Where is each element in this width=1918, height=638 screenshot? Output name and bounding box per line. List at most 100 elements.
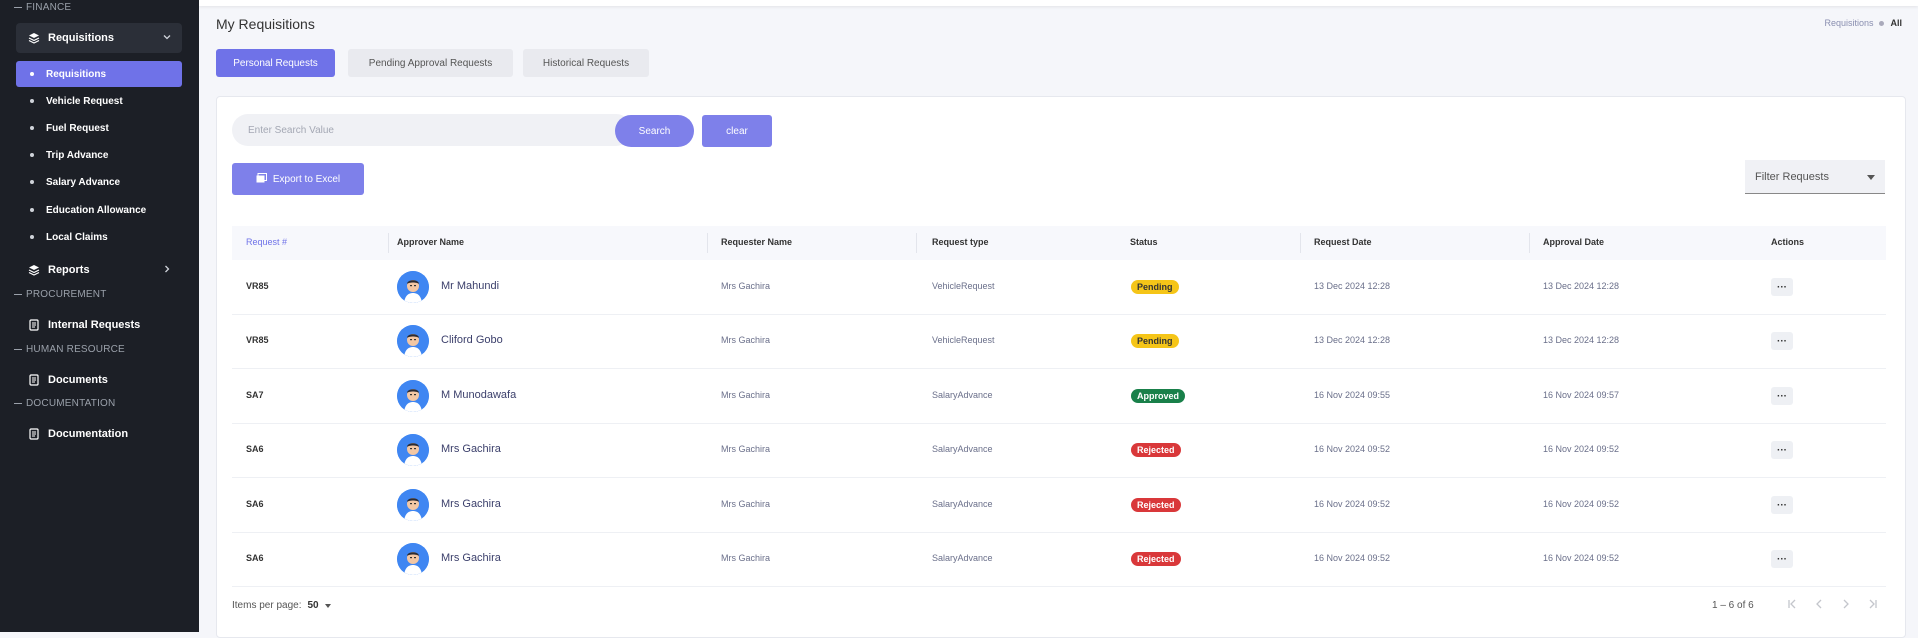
approval-date: 16 Nov 2024 09:52 bbox=[1543, 499, 1620, 509]
sidebar-item-label: Documents bbox=[48, 374, 108, 386]
sidebar-item-label: Reports bbox=[48, 264, 90, 276]
status-badge: Rejected bbox=[1131, 498, 1181, 512]
layers-icon bbox=[28, 264, 40, 276]
status-badge: Rejected bbox=[1131, 443, 1181, 457]
caret-down-icon bbox=[1867, 175, 1875, 180]
sidebar-group-requisitions[interactable]: Requisitions bbox=[16, 23, 182, 53]
approver-name: Mrs Gachira bbox=[441, 552, 501, 564]
column-divider bbox=[1300, 233, 1301, 253]
previous-page-icon[interactable] bbox=[1813, 598, 1825, 613]
requester-name: Mrs Gachira bbox=[721, 553, 771, 563]
clear-button[interactable]: clear bbox=[702, 115, 772, 147]
filter-requests-select[interactable]: Filter Requests bbox=[1745, 160, 1885, 194]
document-icon bbox=[28, 319, 40, 331]
avatar bbox=[397, 434, 429, 466]
row-actions-button[interactable]: ··· bbox=[1771, 496, 1793, 514]
request-type: SalaryAdvance bbox=[932, 390, 993, 400]
request-number: SA6 bbox=[246, 499, 264, 509]
breadcrumb-separator bbox=[1879, 20, 1885, 26]
column-divider bbox=[707, 233, 708, 253]
sidebar-item-fuel-request[interactable]: Fuel Request bbox=[16, 115, 182, 141]
section-human-resource: HUMAN RESOURCE bbox=[14, 344, 125, 355]
sidebar-item-education-allowance[interactable]: Education Allowance bbox=[16, 197, 182, 223]
export-excel-button[interactable]: Export to Excel bbox=[232, 163, 364, 195]
sidebar-item-label: Documentation bbox=[48, 428, 129, 440]
status-badge: Pending bbox=[1131, 280, 1179, 294]
sidebar-item-requisitions[interactable]: Requisitions bbox=[16, 61, 182, 87]
sidebar-item-label: Local Claims bbox=[46, 231, 108, 243]
status-badge: Approved bbox=[1131, 389, 1186, 403]
column-requester-name[interactable]: Requester Name bbox=[721, 237, 792, 247]
sidebar-item-label: Education Allowance bbox=[46, 204, 147, 216]
request-number: VR85 bbox=[246, 281, 269, 291]
document-icon bbox=[28, 374, 40, 386]
request-number: SA6 bbox=[246, 444, 264, 454]
sidebar-item-local-claims[interactable]: Local Claims bbox=[16, 224, 182, 250]
row-actions-button[interactable]: ··· bbox=[1771, 387, 1793, 405]
requester-name: Mrs Gachira bbox=[721, 335, 771, 345]
sidebar-item-documentation[interactable]: Documentation bbox=[16, 419, 182, 449]
row-actions-button[interactable]: ··· bbox=[1771, 332, 1793, 350]
sidebar: FINANCE Requisitions Requisitions Vehicl… bbox=[0, 0, 199, 632]
request-date: 13 Dec 2024 12:28 bbox=[1314, 335, 1391, 345]
column-approver-name[interactable]: Approver Name bbox=[397, 237, 464, 247]
status-badge: Pending bbox=[1131, 334, 1179, 348]
sidebar-item-salary-advance[interactable]: Salary Advance bbox=[16, 169, 182, 195]
column-request-type[interactable]: Request type bbox=[932, 237, 989, 247]
section-procurement: PROCUREMENT bbox=[14, 289, 107, 300]
chevron-down-icon bbox=[162, 32, 172, 42]
row-actions-button[interactable]: ··· bbox=[1771, 550, 1793, 568]
breadcrumb-requisitions[interactable]: Requisitions bbox=[1824, 18, 1873, 28]
tab-pending-approval-requests[interactable]: Pending Approval Requests bbox=[348, 49, 513, 77]
sidebar-item-vehicle-request[interactable]: Vehicle Request bbox=[16, 88, 182, 114]
column-request-number[interactable]: Request # bbox=[246, 237, 287, 247]
avatar bbox=[397, 271, 429, 303]
avatar bbox=[397, 489, 429, 521]
last-page-icon[interactable] bbox=[1867, 598, 1879, 613]
sidebar-item-internal-requests[interactable]: Internal Requests bbox=[16, 310, 182, 340]
next-page-icon[interactable] bbox=[1840, 598, 1852, 613]
column-status[interactable]: Status bbox=[1130, 237, 1158, 247]
sidebar-item-label: Internal Requests bbox=[48, 319, 141, 331]
sidebar-item-trip-advance[interactable]: Trip Advance bbox=[16, 142, 182, 168]
column-divider bbox=[916, 233, 917, 253]
tab-personal-requests[interactable]: Personal Requests bbox=[216, 49, 335, 77]
status-badge: Rejected bbox=[1131, 552, 1181, 566]
request-number: SA7 bbox=[246, 390, 264, 400]
table-header bbox=[232, 226, 1886, 260]
items-per-page-select[interactable]: 50 bbox=[307, 600, 318, 611]
sidebar-item-label: Vehicle Request bbox=[46, 95, 123, 107]
row-actions-button[interactable]: ··· bbox=[1771, 441, 1793, 459]
sidebar-group-label: Requisitions bbox=[48, 32, 115, 44]
sidebar-item-label: Fuel Request bbox=[46, 122, 109, 134]
column-request-date[interactable]: Request Date bbox=[1314, 237, 1372, 247]
approval-date: 16 Nov 2024 09:52 bbox=[1543, 444, 1620, 454]
section-documentation: DOCUMENTATION bbox=[14, 398, 115, 409]
avatar bbox=[397, 325, 429, 357]
breadcrumb-current: All bbox=[1890, 18, 1902, 28]
search-button[interactable]: Search bbox=[615, 115, 694, 147]
request-date: 13 Dec 2024 12:28 bbox=[1314, 281, 1391, 291]
column-divider bbox=[388, 233, 389, 253]
request-number: VR85 bbox=[246, 335, 269, 345]
request-type: SalaryAdvance bbox=[932, 553, 993, 563]
layers-icon bbox=[28, 32, 40, 44]
document-icon bbox=[28, 428, 40, 440]
sidebar-item-reports[interactable]: Reports bbox=[16, 255, 182, 285]
approval-date: 16 Nov 2024 09:52 bbox=[1543, 553, 1620, 563]
first-page-icon[interactable] bbox=[1786, 598, 1798, 613]
search-input[interactable] bbox=[232, 114, 624, 146]
approval-date: 13 Dec 2024 12:28 bbox=[1543, 335, 1620, 345]
request-date: 16 Nov 2024 09:55 bbox=[1314, 390, 1391, 400]
tab-historical-requests[interactable]: Historical Requests bbox=[523, 49, 649, 77]
request-date: 16 Nov 2024 09:52 bbox=[1314, 553, 1391, 563]
row-actions-button[interactable]: ··· bbox=[1771, 278, 1793, 296]
request-number: SA6 bbox=[246, 553, 264, 563]
chevron-right-icon bbox=[162, 264, 172, 274]
sidebar-item-documents[interactable]: Documents bbox=[16, 365, 182, 395]
search-box bbox=[232, 114, 632, 146]
column-approval-date[interactable]: Approval Date bbox=[1543, 237, 1604, 247]
breadcrumb: Requisitions All bbox=[1824, 18, 1902, 28]
section-finance: FINANCE bbox=[14, 2, 71, 13]
approver-name: Mrs Gachira bbox=[441, 498, 501, 510]
